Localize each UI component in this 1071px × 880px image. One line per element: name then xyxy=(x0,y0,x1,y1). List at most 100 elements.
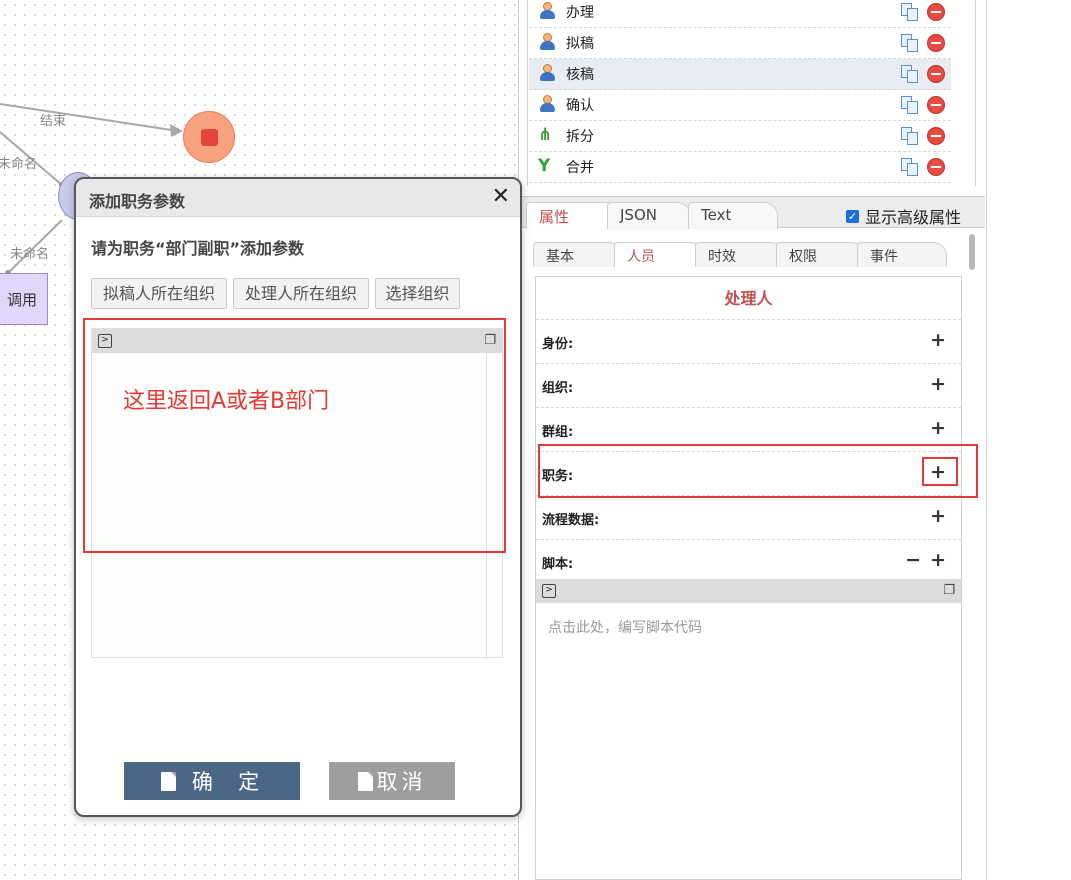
run-icon[interactable]: > xyxy=(98,334,112,348)
annotation-text: 这里返回A或者B部门 xyxy=(123,389,330,414)
edge-label-unnamed[interactable]: 未命名 xyxy=(0,153,37,172)
end-node[interactable] xyxy=(183,111,235,163)
delete-icon[interactable] xyxy=(927,65,945,83)
split-icon: ⋔ xyxy=(538,125,553,145)
sub-tabbar: 基本 人员 时效 权限 事件 xyxy=(531,239,963,267)
copy-icon[interactable] xyxy=(901,3,919,21)
confirm-label: 确 定 xyxy=(191,770,264,794)
editor-toolbar: > ❐ xyxy=(92,329,502,353)
tab-text[interactable]: Text xyxy=(688,202,778,229)
tool-row-draft[interactable]: 拟稿 xyxy=(529,28,951,59)
prop-row-group: 群组: + xyxy=(536,408,961,452)
prop-label: 身份: xyxy=(542,337,574,352)
cancel-label: 取消 xyxy=(376,770,427,794)
show-advanced-checkbox[interactable]: ✓ 显示高级属性 xyxy=(846,204,961,228)
maximize-icon[interactable]: ❐ xyxy=(484,333,496,348)
select-org-button[interactable]: 选择组织 xyxy=(375,278,460,309)
tool-name: 拟稿 xyxy=(566,36,594,52)
script-placeholder: 点击此处，编写脚本代码 xyxy=(548,620,702,636)
close-icon[interactable]: ✕ xyxy=(492,184,510,209)
personnel-panel: 处理人 身份: + 组织: + 群组: + 职务: + 流程数据: + 脚本: … xyxy=(535,276,962,880)
tool-name: 确认 xyxy=(566,98,594,114)
delete-icon[interactable] xyxy=(927,34,945,52)
tool-name: 拆分 xyxy=(566,129,594,145)
prop-label: 群组: xyxy=(542,425,574,440)
delete-icon[interactable] xyxy=(927,127,945,145)
tab-json[interactable]: JSON xyxy=(607,202,691,229)
prop-row-org: 组织: + xyxy=(536,364,961,408)
prop-label: 流程数据: xyxy=(542,513,600,528)
tab-basic[interactable]: 基本 xyxy=(533,242,623,267)
cancel-button[interactable]: 取消 xyxy=(329,762,455,800)
user-icon xyxy=(539,2,555,20)
document-check-icon xyxy=(160,771,176,791)
copy-icon[interactable] xyxy=(901,158,919,176)
delete-icon[interactable] xyxy=(927,96,945,114)
run-icon[interactable]: > xyxy=(542,584,556,598)
handler-org-button[interactable]: 处理人所在组织 xyxy=(233,278,369,309)
call-node[interactable]: 调用 xyxy=(0,273,48,325)
delete-icon[interactable] xyxy=(927,158,945,176)
tab-timeliness[interactable]: 时效 xyxy=(695,242,785,267)
dialog-title: 添加职务参数 xyxy=(89,192,186,211)
tool-row-split[interactable]: ⋔ 拆分 xyxy=(529,121,951,152)
tab-properties[interactable]: 属性 xyxy=(526,202,618,229)
add-duty-param-dialog: 添加职务参数 ✕ 请为职务“部门副职”添加参数 拟稿人所在组织 处理人所在组织 … xyxy=(74,177,522,817)
dialog-prompt: 请为职务“部门副职”添加参数 xyxy=(91,239,305,258)
stop-icon xyxy=(201,129,218,146)
tab-events[interactable]: 事件 xyxy=(857,242,947,267)
drafter-org-button[interactable]: 拟稿人所在组织 xyxy=(91,278,227,309)
add-group-plus-icon[interactable]: + xyxy=(930,417,946,439)
checkbox-checked-icon[interactable]: ✓ xyxy=(846,209,859,223)
copy-icon[interactable] xyxy=(901,34,919,52)
dialog-titlebar[interactable]: 添加职务参数 ✕ xyxy=(76,179,520,217)
divider xyxy=(975,0,976,186)
edge-end xyxy=(0,103,179,132)
prop-row-script: 脚本: − + xyxy=(536,540,961,584)
remove-script-minus-icon[interactable]: − xyxy=(905,549,921,571)
tool-row-review[interactable]: 核稿 xyxy=(529,59,951,90)
tab-permissions[interactable]: 权限 xyxy=(776,242,866,267)
script-editor[interactable]: > ❐ 点击此处，编写脚本代码 xyxy=(536,579,961,864)
edge-label-unnamed[interactable]: 未命名 xyxy=(10,243,49,262)
add-identity-plus-icon[interactable]: + xyxy=(930,329,946,351)
document-cancel-icon xyxy=(357,771,373,791)
add-org-plus-icon[interactable]: + xyxy=(930,373,946,395)
edge-end-arrow xyxy=(170,124,183,137)
copy-icon[interactable] xyxy=(901,65,919,83)
tab-personnel[interactable]: 人员 xyxy=(614,242,704,267)
confirm-button[interactable]: 确 定 xyxy=(124,762,300,800)
script-editor-toolbar: > ❐ xyxy=(536,579,961,603)
panel-title: 处理人 xyxy=(536,277,961,320)
prop-row-identity: 身份: + xyxy=(536,320,961,364)
copy-icon[interactable] xyxy=(901,96,919,114)
tool-row-handle[interactable]: 办理 xyxy=(529,0,951,28)
add-flow-data-plus-icon[interactable]: + xyxy=(930,505,946,527)
delete-icon[interactable] xyxy=(927,3,945,21)
maximize-icon[interactable]: ❐ xyxy=(943,583,955,598)
add-duty-plus-icon[interactable]: + xyxy=(930,461,946,483)
divider xyxy=(527,0,528,186)
prop-label: 职务: xyxy=(542,469,574,484)
tool-name: 办理 xyxy=(566,5,594,21)
tool-name: 核稿 xyxy=(566,67,594,83)
merge-icon: Y xyxy=(538,156,551,176)
divider xyxy=(986,0,987,880)
copy-icon[interactable] xyxy=(901,127,919,145)
scrollbar[interactable] xyxy=(969,234,975,270)
user-icon xyxy=(539,64,555,82)
tool-name: 合并 xyxy=(566,160,594,176)
user-icon xyxy=(539,95,555,113)
show-advanced-label: 显示高级属性 xyxy=(865,208,962,227)
prop-label: 脚本: xyxy=(542,557,574,572)
prop-row-duty: 职务: + xyxy=(536,452,961,496)
tool-row-merge[interactable]: Y 合并 xyxy=(529,152,951,183)
edge-label-end[interactable]: 结束 xyxy=(40,110,66,129)
tool-row-confirm[interactable]: 确认 xyxy=(529,90,951,121)
editor-scroll-track xyxy=(486,353,487,659)
user-icon xyxy=(539,33,555,51)
add-script-plus-icon[interactable]: + xyxy=(930,549,946,571)
param-code-editor[interactable]: > ❐ xyxy=(91,328,503,659)
prop-label: 组织: xyxy=(542,381,574,396)
prop-row-flow-data: 流程数据: + xyxy=(536,496,961,540)
